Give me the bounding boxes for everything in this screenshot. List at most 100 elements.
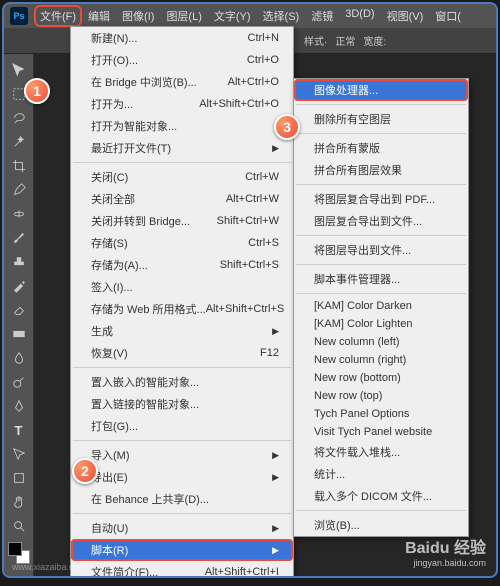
type-tool-icon[interactable]: T	[7, 419, 31, 441]
file-menu-item[interactable]: 存储为(A)...Shift+Ctrl+S	[71, 254, 293, 276]
file-menu-item[interactable]: 在 Bridge 中浏览(B)...Alt+Ctrl+O	[71, 71, 293, 93]
file-menu-item[interactable]: 关闭(C) Ctrl+W	[71, 166, 293, 188]
menubar-item[interactable]: 滤镜	[305, 5, 339, 27]
file-menu-item[interactable]: 存储为 Web 所用格式...Alt+Shift+Ctrl+S	[71, 298, 293, 320]
ps-logo-icon: Ps	[10, 7, 28, 25]
file-menu-item-label: 关闭全部	[91, 191, 135, 207]
script-menu-item[interactable]: 载入多个 DICOM 文件...	[294, 485, 468, 507]
script-menu-item[interactable]: 将图层导出到文件...	[294, 239, 468, 261]
file-menu-shortcut: Shift+Ctrl+W	[217, 215, 279, 227]
file-menu-shortcut: Shift+Ctrl+S	[220, 259, 279, 271]
file-menu-item[interactable]: 新建(N)...Ctrl+N	[71, 27, 293, 49]
menubar-item[interactable]: 文件(F)	[34, 5, 82, 27]
menubar-item[interactable]: 图像(I)	[116, 5, 160, 27]
script-menu-item-label: 拼合所有蒙版	[314, 140, 380, 156]
blur-tool-icon[interactable]	[7, 347, 31, 369]
healing-tool-icon[interactable]	[7, 203, 31, 225]
submenu-arrow-icon: ▶	[272, 143, 279, 154]
file-menu-item[interactable]: 生成▶	[71, 320, 293, 342]
hand-tool-icon[interactable]	[7, 491, 31, 513]
script-menu-item[interactable]: 统计...	[294, 463, 468, 485]
script-menu-item[interactable]: [KAM] Color Darken	[294, 297, 468, 315]
file-menu-item[interactable]: 关闭全部Alt+Ctrl+W	[71, 188, 293, 210]
file-menu-item[interactable]: 存储(S) Ctrl+S	[71, 232, 293, 254]
script-menu-item[interactable]: New row (top)	[294, 387, 468, 405]
script-menu-item[interactable]: 拼合所有蒙版	[294, 137, 468, 159]
script-menu-item[interactable]: Tych Panel Options	[294, 405, 468, 423]
file-menu-shortcut: Ctrl+W	[245, 171, 279, 183]
file-menu-item-label: 存储(S)	[91, 235, 128, 251]
color-swatch[interactable]	[8, 542, 30, 564]
script-menu-item[interactable]: New column (left)	[294, 333, 468, 351]
menubar-item[interactable]: 图层(L)	[160, 5, 207, 27]
submenu-arrow-icon: ▶	[272, 523, 279, 534]
dodge-tool-icon[interactable]	[7, 371, 31, 393]
script-menu-item-label: 删除所有空图层	[314, 111, 391, 127]
file-menu-item[interactable]: 打开(O)...Ctrl+O	[71, 49, 293, 71]
eyedropper-tool-icon[interactable]	[7, 179, 31, 201]
zoom-tool-icon[interactable]	[7, 515, 31, 537]
script-menu-item[interactable]: 图层复合导出到文件...	[294, 210, 468, 232]
file-menu-item[interactable]: 置入嵌入的智能对象...	[71, 371, 293, 393]
lasso-tool-icon[interactable]	[7, 107, 31, 129]
file-menu-item[interactable]: 导入(M)▶	[71, 444, 293, 466]
script-menu-item[interactable]: 图像处理器...	[294, 79, 468, 101]
script-menu-item-label: New column (right)	[314, 354, 406, 366]
wand-tool-icon[interactable]	[7, 131, 31, 153]
shape-tool-icon[interactable]	[7, 467, 31, 489]
file-menu-item[interactable]: 最近打开文件(T)▶	[71, 137, 293, 159]
gradient-tool-icon[interactable]	[7, 323, 31, 345]
history-brush-icon[interactable]	[7, 275, 31, 297]
script-menu-item[interactable]: 删除所有空图层	[294, 108, 468, 130]
file-menu-item[interactable]: 恢复(V)F12	[71, 342, 293, 364]
file-menu-item-label: 打开为...	[91, 96, 133, 112]
eraser-tool-icon[interactable]	[7, 299, 31, 321]
watermark-text: Baidu 经验 jingyan.baidu.com	[405, 534, 486, 568]
file-menu-item-label: 关闭(C)	[91, 169, 128, 185]
menubar: Ps 文件(F)编辑图像(I)图层(L)文字(Y)选择(S)滤镜3D(D)视图(…	[4, 4, 496, 28]
script-menu-item-label: 脚本事件管理器...	[314, 271, 400, 287]
script-menu-item[interactable]: 将文件载入堆栈...	[294, 441, 468, 463]
file-menu-item[interactable]: 在 Behance 上共享(D)...	[71, 488, 293, 510]
file-menu-shortcut: Ctrl+S	[248, 237, 279, 249]
path-tool-icon[interactable]	[7, 443, 31, 465]
script-menu-item[interactable]: 脚本事件管理器...	[294, 268, 468, 290]
script-menu-item[interactable]: New row (bottom)	[294, 369, 468, 387]
script-menu-item[interactable]: Visit Tych Panel website	[294, 423, 468, 441]
menubar-item[interactable]: 3D(D)	[339, 5, 380, 27]
pen-tool-icon[interactable]	[7, 395, 31, 417]
menubar-item[interactable]: 选择(S)	[257, 5, 306, 27]
file-menu-item[interactable]: 关闭并转到 Bridge...Shift+Ctrl+W	[71, 210, 293, 232]
move-tool-icon[interactable]	[7, 59, 31, 81]
brush-tool-icon[interactable]	[7, 227, 31, 249]
file-menu-item[interactable]: 签入(I)...	[71, 276, 293, 298]
script-menu-item[interactable]: 将图层复合导出到 PDF...	[294, 188, 468, 210]
file-menu-item[interactable]: 打开为...Alt+Shift+Ctrl+O	[71, 93, 293, 115]
crop-tool-icon[interactable]	[7, 155, 31, 177]
file-menu-item[interactable]: 导出(E)▶	[71, 466, 293, 488]
script-menu-separator	[296, 510, 466, 511]
script-menu-item[interactable]: 浏览(B)...	[294, 514, 468, 536]
script-menu-separator	[296, 293, 466, 294]
script-menu-item[interactable]: [KAM] Color Lighten	[294, 315, 468, 333]
menubar-item[interactable]: 视图(V)	[381, 5, 430, 27]
script-menu-item-label: 统计...	[314, 466, 345, 482]
menubar-item[interactable]: 编辑	[82, 5, 116, 27]
file-menu-item-label: 打包(G)...	[91, 418, 138, 434]
script-menu-item[interactable]: 拼合所有图层效果	[294, 159, 468, 181]
file-menu-item-label: 签入(I)...	[91, 279, 133, 295]
file-menu-item[interactable]: 脚本(R)▶	[71, 539, 293, 561]
file-menu-item[interactable]: 打包(G)...	[71, 415, 293, 437]
file-menu-item[interactable]: 打开为智能对象...	[71, 115, 293, 137]
script-menu-item-label: New row (top)	[314, 390, 382, 402]
menubar-item[interactable]: 窗口(	[429, 5, 467, 27]
submenu-arrow-icon: ▶	[272, 545, 279, 556]
stamp-tool-icon[interactable]	[7, 251, 31, 273]
file-menu-item[interactable]: 文件简介(F)...Alt+Shift+Ctrl+I	[71, 561, 293, 578]
menubar-item[interactable]: 文字(Y)	[208, 5, 257, 27]
file-menu-item[interactable]: 自动(U)▶	[71, 517, 293, 539]
file-menu-item-label: 在 Bridge 中浏览(B)...	[91, 74, 197, 90]
script-menu-item[interactable]: New column (right)	[294, 351, 468, 369]
file-menu-item[interactable]: 置入链接的智能对象...	[71, 393, 293, 415]
submenu-arrow-icon: ▶	[272, 450, 279, 461]
